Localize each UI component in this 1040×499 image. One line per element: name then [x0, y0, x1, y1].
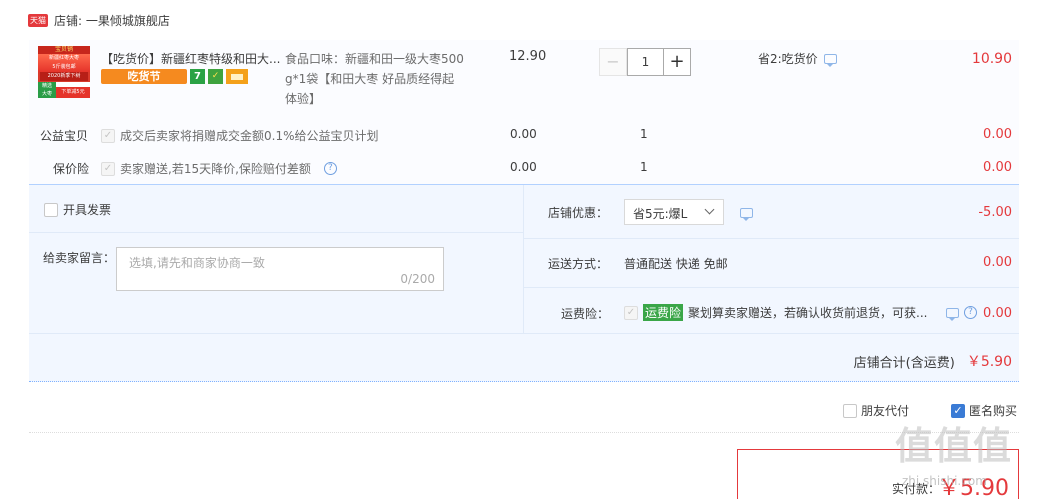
promo-row: 吃货节 7 ✓ [101, 68, 248, 84]
message-counter: 0/200 [400, 272, 435, 286]
thumb-bl: 精选 大枣 [38, 82, 56, 98]
freight-ins-amount: 0.00 [983, 306, 1012, 321]
shop-discount-select[interactable]: 省5元:爆L [624, 199, 724, 225]
shipping-amount: 0.00 [983, 255, 1012, 270]
freight-help-icon[interactable]: ? [964, 306, 978, 319]
item-discount: 省2:吃货价 [758, 50, 837, 67]
charity-qty: 1 [640, 127, 648, 141]
message-input[interactable]: 选填,请先和商家协商一致 0/200 [116, 247, 444, 291]
invoice-checkbox[interactable] [44, 202, 58, 217]
shipping-label: 运送方式： [548, 257, 609, 271]
charity-desc: 成交后卖家将捐赠成交金额0.1%给公益宝贝计划 [120, 129, 379, 143]
footer-separator [29, 432, 1019, 433]
invoice-option[interactable]: 开具发票 [44, 201, 111, 218]
insurance-desc: 卖家赠送,若15天降价,保险赔付差额 [120, 162, 311, 176]
shop-name-link[interactable]: 店铺: 一果倾城旗舰店 [54, 12, 170, 29]
subtotal: 店铺合计(含运费) ￥5.90 [854, 351, 1012, 371]
message-placeholder: 选填,请先和商家协商一致 [129, 256, 265, 270]
options-right-sep2 [524, 287, 1019, 288]
charity-label: 公益宝贝 [40, 129, 89, 143]
shipping-value: 普通配送 快递 免邮 [624, 257, 728, 271]
charity-price: 0.00 [510, 127, 537, 141]
guarantee-icon[interactable]: ✓ [208, 68, 223, 84]
charity-total: 0.00 [983, 127, 1012, 142]
insurance-label: 保价险 [53, 162, 90, 176]
item-total: 10.90 [971, 51, 1012, 67]
item-discount-text: 省2:吃货价 [758, 52, 818, 66]
quantity-minus-button[interactable]: − [599, 48, 627, 76]
freight-ins-checkbox[interactable] [624, 305, 638, 320]
options-left-sep [29, 232, 523, 233]
item-sku: 食品口味：新疆和田一级大枣500 g*1袋【和田大枣 好品质经得起 体验】 [285, 49, 475, 109]
subtotal-amount: ￥5.90 [966, 354, 1012, 370]
thumb-new: 2020新季下树 [40, 72, 88, 81]
item-thumbnail[interactable]: 宝贝销 新疆红枣大枣 5斤装包邮 2020新季下树 精选 大枣 下单减5元 [38, 46, 90, 98]
item-unit-price: 12.90 [509, 49, 547, 64]
shop-discount-label: 店铺优惠： [548, 206, 609, 220]
freight-ins-tag: 运费险 [643, 304, 684, 321]
freight-ins-option: 运费险 聚划算卖家赠送，若确认收货前退货，可获... ? [624, 304, 978, 321]
friend-pay-checkbox[interactable] [843, 403, 857, 418]
chevron-down-icon [704, 204, 715, 215]
watermark-logo: 值值值 [895, 415, 1012, 470]
seven-day-return-icon[interactable]: 7 [190, 68, 205, 84]
shop-header: 天猫 店铺: 一果倾城旗舰店 [28, 11, 170, 29]
invoice-label: 开具发票 [63, 203, 112, 217]
options-bottom-sep [29, 333, 1019, 334]
shop-discount-chat-icon[interactable] [740, 208, 753, 221]
shop-discount-selected: 省5元:爆L [633, 207, 688, 221]
charity-option: 成交后卖家将捐赠成交金额0.1%给公益宝贝计划 [101, 127, 379, 144]
insurance-total: 0.00 [983, 160, 1012, 175]
freight-chat-icon[interactable] [946, 307, 960, 321]
insurance-qty: 1 [640, 160, 648, 174]
watermark-text: 值值值 [895, 424, 1013, 468]
thumb-title-1: 新疆红枣大枣 [48, 55, 79, 61]
sku-line-1: 食品口味：新疆和田一级大枣500 [285, 52, 464, 66]
watermark-sub: zhi.shishi.com [902, 474, 987, 488]
help-icon[interactable]: ? [323, 162, 337, 175]
sku-line-3: 体验】 [285, 92, 322, 106]
chat-icon[interactable] [823, 53, 837, 67]
credit-card-icon[interactable] [226, 68, 248, 84]
freight-ins-desc: 聚划算卖家赠送，若确认收货前退货，可获... [688, 306, 928, 320]
promo-tag: 吃货节 [101, 68, 187, 84]
quantity-input[interactable]: 1 [627, 48, 663, 76]
freight-ins-label: 运费险： [561, 307, 610, 321]
thumb-footer: 精选 大枣 下单减5元 [38, 82, 90, 98]
charity-checkbox[interactable] [101, 128, 115, 143]
shop-discount-amount: -5.00 [978, 205, 1012, 220]
thumb-title: 新疆红枣大枣 5斤装包邮 [38, 54, 90, 72]
message-label: 给卖家留言： [43, 251, 116, 265]
item-title-link[interactable]: 【吃货价】新疆红枣特级和田大... [101, 50, 283, 67]
insurance-price: 0.00 [510, 160, 537, 174]
thumb-br: 下单减5元 [56, 87, 90, 98]
options-divider [523, 185, 524, 333]
options-right-sep1 [524, 238, 1019, 239]
thumb-title-2: 5斤装包邮 [52, 64, 76, 70]
insurance-option: 卖家赠送,若15天降价,保险赔付差额 ? [101, 160, 337, 177]
insurance-checkbox[interactable] [101, 161, 115, 176]
tmall-badge-icon: 天猫 [28, 13, 48, 27]
quantity-plus-button[interactable]: + [663, 48, 691, 76]
sku-line-2: g*1袋【和田大枣 好品质经得起 [285, 72, 455, 86]
subtotal-label: 店铺合计(含运费) [853, 355, 955, 371]
quantity-stepper: − 1 + [599, 48, 691, 76]
thumb-top-text: 宝贝销 [38, 46, 90, 54]
